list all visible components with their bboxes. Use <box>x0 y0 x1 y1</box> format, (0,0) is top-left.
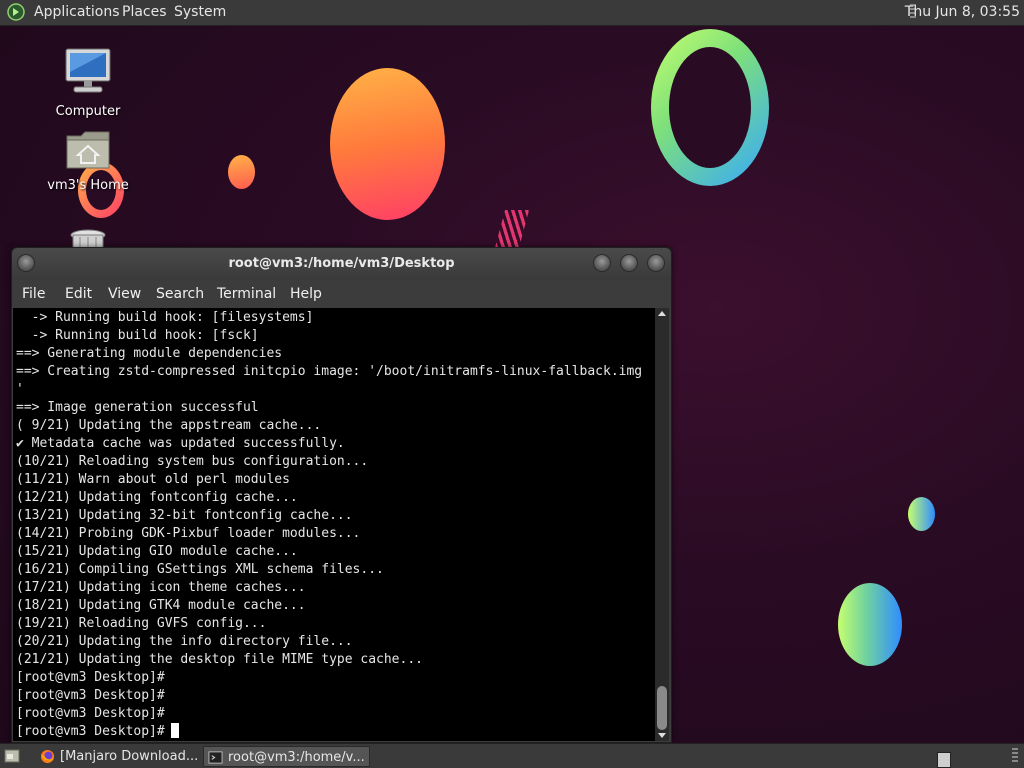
terminal-scrollbar[interactable] <box>655 308 669 741</box>
wallpaper-stripes <box>494 210 530 248</box>
computer-icon <box>65 48 111 93</box>
terminal-prompt: [root@vm3 Desktop]# <box>16 724 165 739</box>
terminal-lines: -> Running build hook: [filesystems] -> … <box>16 309 642 741</box>
taskbar-item-terminal[interactable]: root@vm3:/home/v... <box>203 746 370 767</box>
terminal-line: ' <box>16 382 24 397</box>
terminal-line: (16/21) Compiling GSettings XML schema f… <box>16 562 384 577</box>
window-title: root@vm3:/home/vm3/Desktop <box>228 256 455 271</box>
top-panel: Applications Places System Thu Jun 8, 03… <box>0 0 1024 26</box>
minimize-button[interactable] <box>593 254 611 272</box>
terminal-line: (20/21) Updating the info directory file… <box>16 634 353 649</box>
terminal-line: ✔ Metadata cache was updated successfull… <box>16 436 345 451</box>
terminal-icon <box>208 751 223 764</box>
maximize-button[interactable] <box>620 254 638 272</box>
terminal-titlebar[interactable]: root@vm3:/home/vm3/Desktop <box>12 248 671 280</box>
terminal-line: (19/21) Reloading GVFS config... <box>16 616 267 631</box>
wallpaper-green-dot <box>908 497 935 531</box>
terminal-line: (17/21) Updating icon theme caches... <box>16 580 306 595</box>
taskbar-item-label: root@vm3:/home/v... <box>228 750 365 765</box>
system-menu[interactable]: System <box>174 0 226 25</box>
bottom-panel: [Manjaro Download... root@vm3:/home/v... <box>0 743 1024 768</box>
menu-edit[interactable]: Edit <box>65 280 92 308</box>
terminal-line: ==> Generating module dependencies <box>16 346 283 361</box>
wallpaper-orange-dot <box>228 155 255 189</box>
terminal-line: ( 9/21) Updating the appstream cache... <box>16 418 322 433</box>
wallpaper-orange-circle <box>330 68 445 220</box>
menu-terminal[interactable]: Terminal <box>217 280 276 308</box>
terminal-line: (13/21) Updating 32-bit fontconfig cache… <box>16 508 353 523</box>
workspace-switcher[interactable] <box>937 752 951 768</box>
menu-view[interactable]: View <box>108 280 141 308</box>
firefox-icon <box>40 749 55 764</box>
terminal-line: [root@vm3 Desktop]# <box>16 688 165 703</box>
menu-help[interactable]: Help <box>290 280 322 308</box>
terminal-line: [root@vm3 Desktop]# <box>16 670 165 685</box>
terminal-menubar: File Edit View Search Terminal Help <box>12 280 671 308</box>
taskbar-item-label: [Manjaro Download... <box>60 749 198 764</box>
terminal-line: (15/21) Updating GIO module cache... <box>16 544 298 559</box>
menu-search[interactable]: Search <box>156 280 204 308</box>
menu-file[interactable]: File <box>22 280 45 308</box>
manjaro-logo-icon[interactable] <box>6 3 26 21</box>
wallpaper-green-circle <box>838 583 902 666</box>
terminal-line: (11/21) Warn about old perl modules <box>16 472 290 487</box>
terminal-line: (14/21) Probing GDK-Pixbuf loader module… <box>16 526 361 541</box>
terminal-line: [root@vm3 Desktop]# <box>16 706 165 721</box>
scroll-up-arrow-icon[interactable] <box>658 311 666 316</box>
terminal-output[interactable]: -> Running build hook: [filesystems] -> … <box>13 308 655 741</box>
text-cursor <box>170 723 179 738</box>
terminal-line: -> Running build hook: [fsck] <box>16 328 259 343</box>
home-folder-icon <box>66 131 110 169</box>
terminal-line: ==> Image generation successful <box>16 400 259 415</box>
trash-icon <box>70 229 106 249</box>
clock[interactable]: Thu Jun 8, 03:55 <box>905 0 1020 25</box>
scrollbar-thumb[interactable] <box>657 686 667 730</box>
places-menu[interactable]: Places <box>122 0 167 25</box>
panel-handle[interactable] <box>1012 748 1018 764</box>
terminal-line: ==> Creating zstd-compressed initcpio im… <box>16 364 643 379</box>
show-desktop-icon[interactable] <box>4 748 20 764</box>
terminal-line: (10/21) Reloading system bus configurati… <box>16 454 369 469</box>
desktop-icon-home[interactable]: vm3's Home <box>38 128 138 193</box>
applications-menu[interactable]: Applications <box>34 0 120 25</box>
terminal-prompt-line[interactable]: [root@vm3 Desktop]# <box>16 723 642 741</box>
desktop-icon-label: vm3's Home <box>47 178 129 193</box>
wallpaper-gradient-ring <box>651 29 769 186</box>
close-button[interactable] <box>647 254 665 272</box>
scroll-down-arrow-icon[interactable] <box>658 733 666 738</box>
terminal-line: (18/21) Updating GTK4 module cache... <box>16 598 306 613</box>
terminal-window[interactable]: root@vm3:/home/vm3/Desktop File Edit Vie… <box>11 247 672 743</box>
terminal-line: (12/21) Updating fontconfig cache... <box>16 490 298 505</box>
terminal-line: -> Running build hook: [filesystems] <box>16 310 314 325</box>
desktop-icon-label: Computer <box>55 104 121 119</box>
taskbar-item-firefox[interactable]: [Manjaro Download... <box>36 746 198 767</box>
desktop-icon-computer[interactable]: Computer <box>38 46 138 119</box>
terminal-line: (21/21) Updating the desktop file MIME t… <box>16 652 423 667</box>
